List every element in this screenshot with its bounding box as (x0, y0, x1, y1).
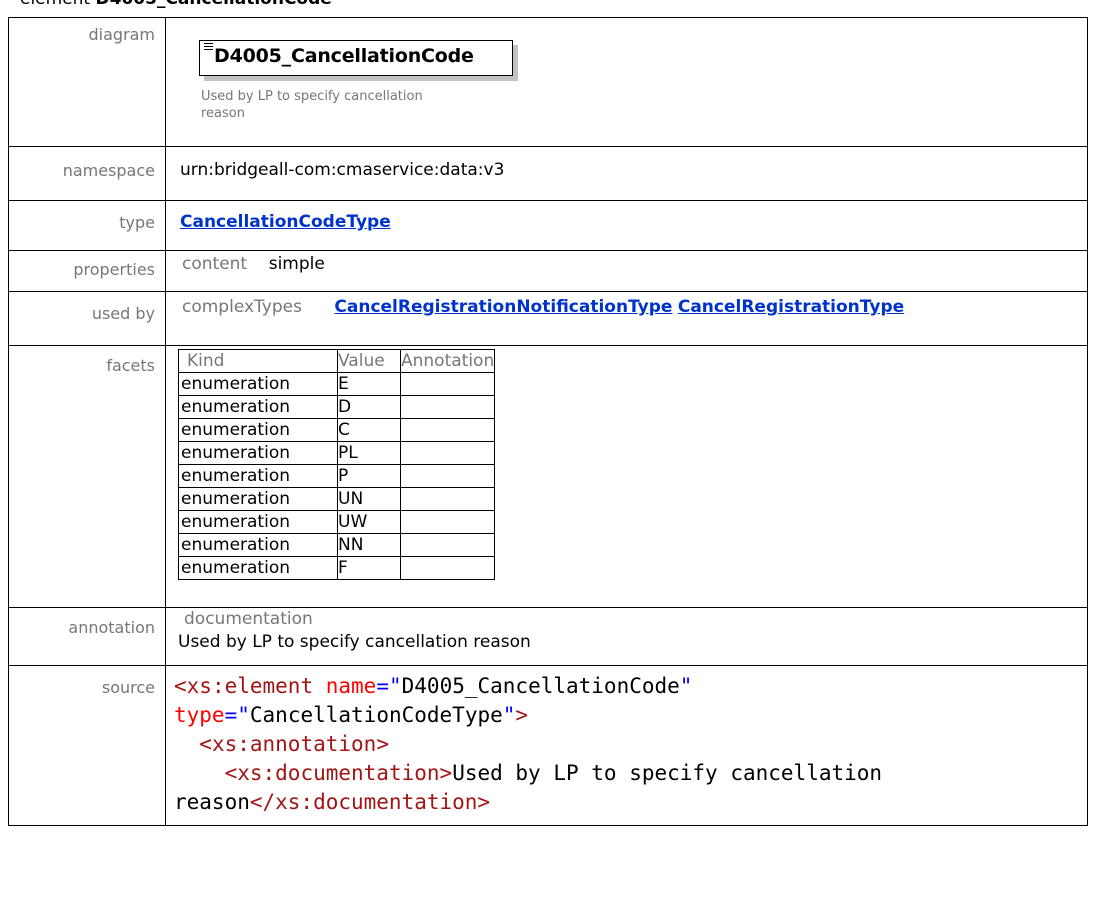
facets-table: Kind Value Annotation enumeration E enume… (178, 349, 496, 580)
properties-cell: content simple (165, 250, 1088, 292)
source-cell: <xs:element name="D4005_CancellationCode… (165, 665, 1088, 826)
facet-row: enumeration D (178, 395, 496, 419)
facet-row: enumeration P (178, 464, 496, 488)
facet-kind: enumeration (178, 510, 338, 534)
facet-value: UN (337, 487, 401, 511)
facet-kind: enumeration (178, 487, 338, 511)
facet-kind: enumeration (178, 372, 338, 396)
page-header: element D4005_CancellationCode (20, 0, 332, 9)
facet-kind: enumeration (178, 533, 338, 557)
facet-row: enumeration E (178, 372, 496, 396)
facets-header-row: Kind Value Annotation (178, 349, 496, 373)
namespace-value: urn:bridgeall-com:cmaservice:data:v3 (165, 146, 1088, 201)
row-used-by: used by complexTypes CancelRegistrationN… (8, 291, 1088, 346)
row-annotation: annotation documentation Used by LP to s… (8, 607, 1088, 666)
annotation-key: documentation (184, 609, 313, 629)
properties-value: simple (268, 254, 325, 274)
diagram-documentation: Used by LP to specify cancellation reaso… (201, 88, 521, 122)
facet-value: UW (337, 510, 401, 534)
facets-header-kind: Kind (178, 349, 338, 373)
row-namespace: namespace urn:bridgeall-com:cmaservice:d… (8, 146, 1088, 201)
facet-kind: enumeration (178, 464, 338, 488)
used-by-cell: complexTypes CancelRegistrationNotificat… (165, 291, 1088, 346)
header-prefix: element (20, 0, 96, 9)
used-by-link-2[interactable]: CancelRegistrationType (678, 297, 904, 317)
properties-label: properties (8, 250, 166, 292)
facets-header-value: Value (337, 349, 401, 373)
properties-key: content (182, 254, 248, 274)
facet-row: enumeration UW (178, 510, 496, 534)
type-link[interactable]: CancellationCodeType (180, 212, 391, 232)
diagram-element-box[interactable]: D4005_CancellationCode (199, 40, 513, 76)
row-properties: properties content simple (8, 250, 1088, 292)
header-element-name: D4005_CancellationCode (96, 0, 332, 9)
facet-row: enumeration NN (178, 533, 496, 557)
facets-cell: Kind Value Annotation enumeration E enume… (165, 345, 1088, 608)
facets-header-annotation: Annotation (399, 349, 496, 373)
element-doc-icon (204, 43, 213, 52)
annotation-label: annotation (8, 607, 166, 666)
facet-row: enumeration PL (178, 441, 496, 465)
facet-row: enumeration F (178, 556, 496, 580)
facet-value: P (337, 464, 401, 488)
diagram: D4005_CancellationCode Used by LP to spe… (180, 18, 1087, 146)
source-code: <xs:element name="D4005_CancellationCode… (174, 674, 883, 814)
row-facets: facets Kind Value Annotation enumeration… (8, 345, 1088, 608)
facet-value: F (337, 556, 401, 580)
used-by-key: complexTypes (182, 297, 302, 317)
diagram-doc-line-1: Used by LP to specify cancellation (201, 89, 423, 104)
facet-kind: enumeration (178, 441, 338, 465)
diagram-element-name: D4005_CancellationCode (214, 45, 474, 67)
facet-value: PL (337, 441, 401, 465)
used-by-link-1[interactable]: CancelRegistrationNotificationType (334, 297, 672, 317)
row-type: type CancellationCodeType (8, 200, 1088, 251)
element-doc-table: diagram D4005_CancellationCode Used by L… (8, 17, 1088, 826)
diagram-doc-line-2: reason (201, 106, 245, 121)
type-label: type (8, 200, 166, 251)
facet-kind: enumeration (178, 395, 338, 419)
facet-kind: enumeration (178, 556, 338, 580)
facet-row: enumeration UN (178, 487, 496, 511)
facet-value: E (337, 372, 401, 396)
namespace-label: namespace (8, 146, 166, 201)
annotation-text: Used by LP to specify cancellation reaso… (178, 632, 531, 652)
facet-value: NN (337, 533, 401, 557)
row-diagram: diagram D4005_CancellationCode Used by L… (8, 17, 1088, 147)
source-label: source (8, 665, 166, 826)
facet-kind: enumeration (178, 418, 338, 442)
used-by-label: used by (8, 291, 166, 346)
facet-value: C (337, 418, 401, 442)
facet-row: enumeration C (178, 418, 496, 442)
diagram-cell: D4005_CancellationCode Used by LP to spe… (165, 17, 1088, 147)
diagram-label: diagram (8, 17, 166, 147)
annotation-cell: documentation Used by LP to specify canc… (165, 607, 1088, 666)
facet-value: D (337, 395, 401, 419)
facets-label: facets (8, 345, 166, 608)
row-source: source <xs:element name="D4005_Cancellat… (8, 665, 1088, 826)
